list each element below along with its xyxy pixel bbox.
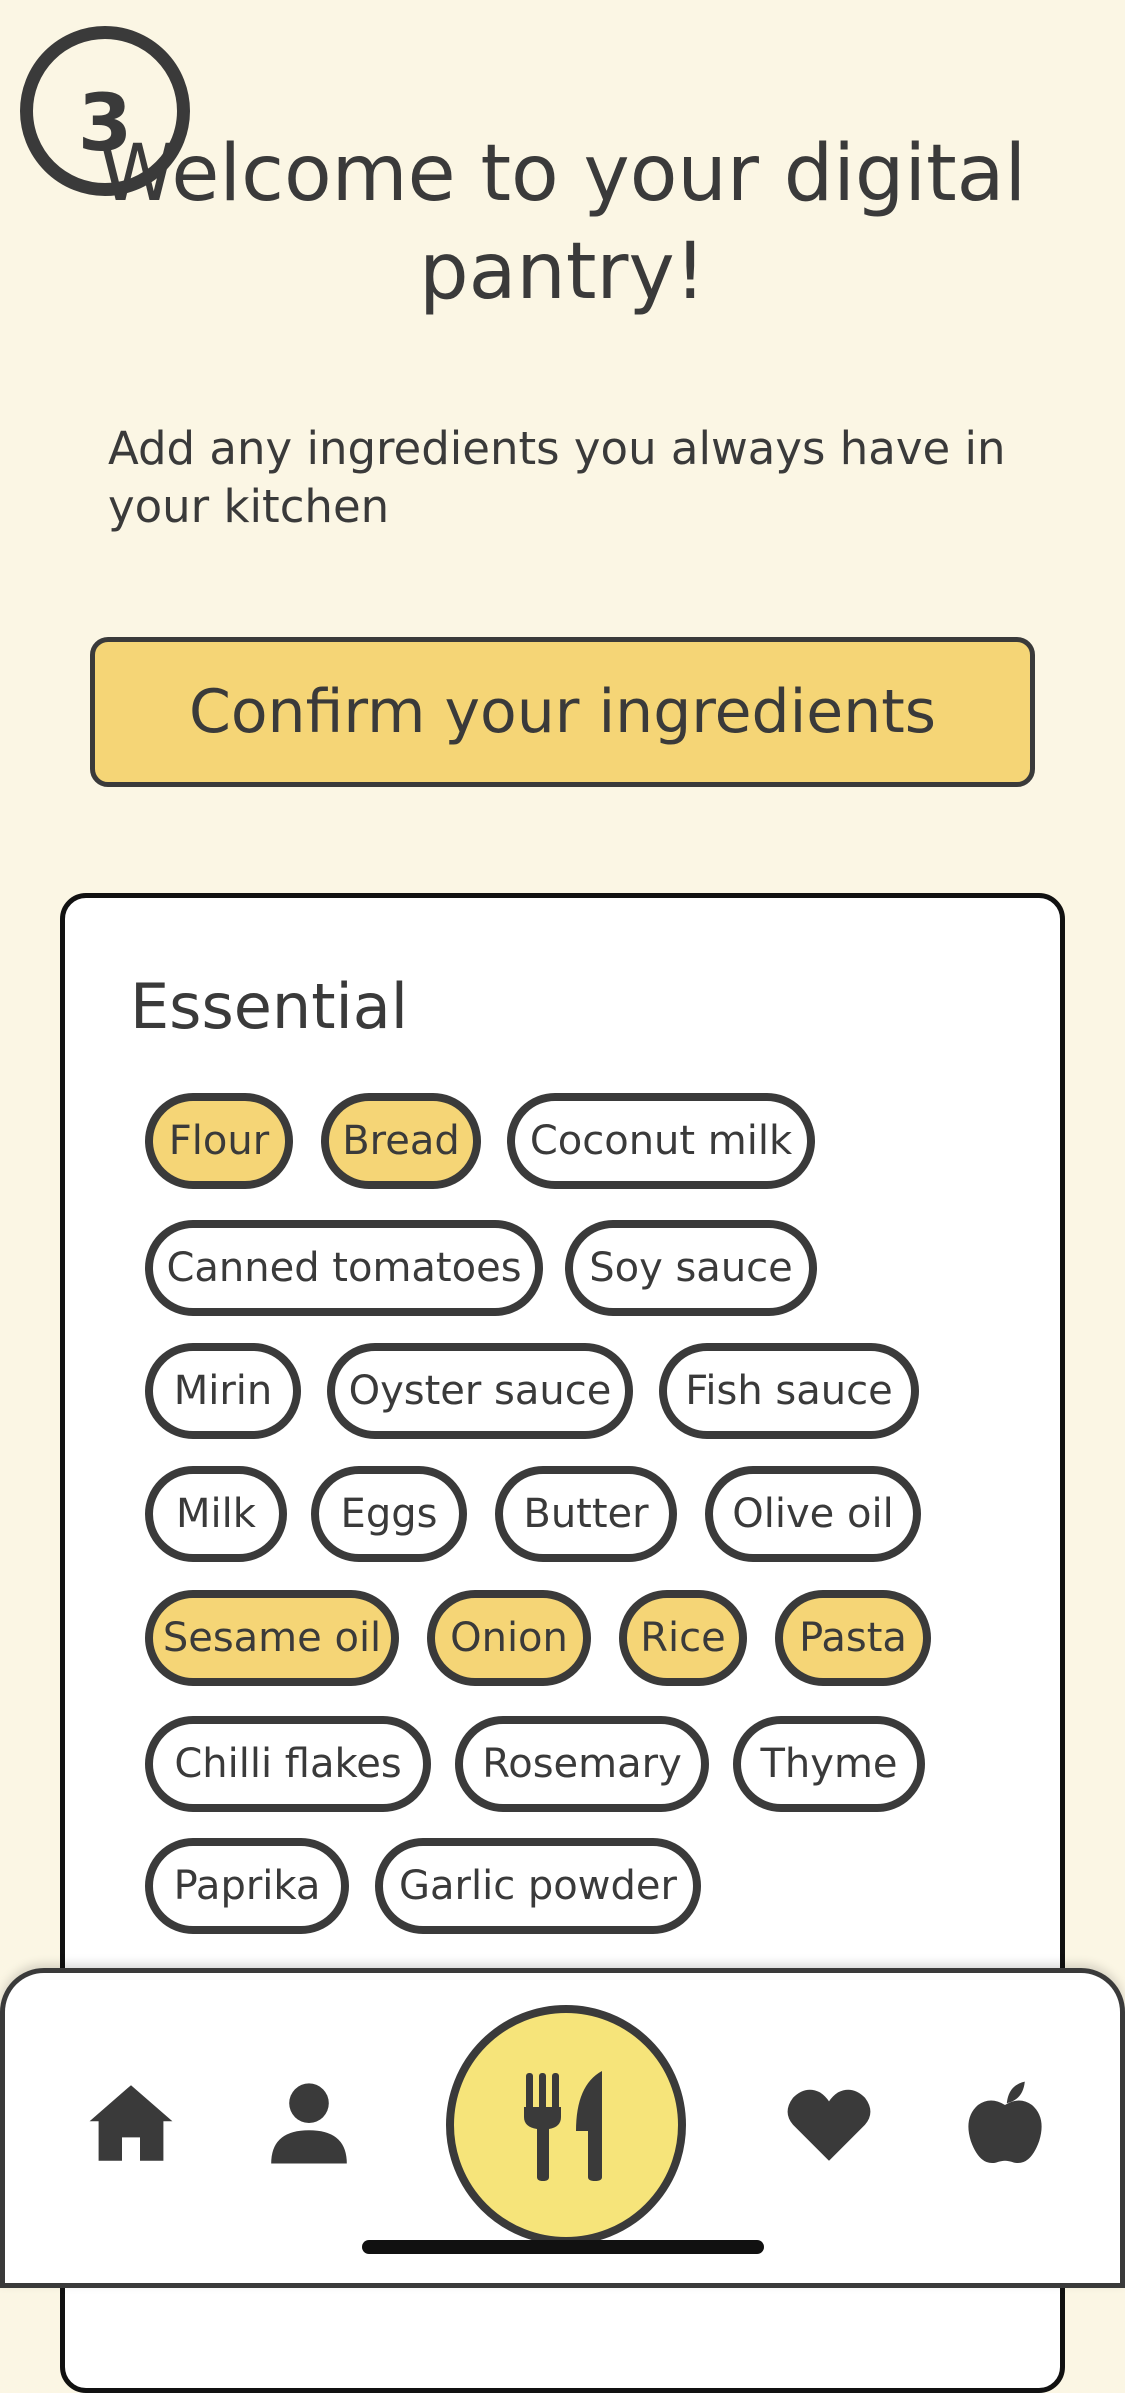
ingredient-chip-coconut-milk[interactable]: Coconut milk — [507, 1093, 815, 1189]
ingredient-chip-rice[interactable]: Rice — [619, 1590, 747, 1686]
page-subtitle: Add any ingredients you always have in y… — [108, 422, 1006, 533]
apple-icon[interactable] — [960, 2078, 1050, 2168]
essential-section-title: Essential — [130, 970, 408, 1043]
ingredient-chip-canned-tomatoes[interactable]: Canned tomatoes — [145, 1220, 543, 1316]
ingredient-chip-soy-sauce[interactable]: Soy sauce — [565, 1220, 817, 1316]
home-icon[interactable] — [86, 2078, 176, 2168]
ingredient-chip-mirin[interactable]: Mirin — [145, 1343, 301, 1439]
ingredient-chip-rosemary[interactable]: Rosemary — [455, 1716, 709, 1812]
home-indicator — [362, 2240, 764, 2254]
user-icon[interactable] — [264, 2078, 354, 2168]
ingredient-chip-paprika[interactable]: Paprika — [145, 1838, 349, 1934]
ingredient-chip-thyme[interactable]: Thyme — [733, 1716, 925, 1812]
ingredient-chip-milk[interactable]: Milk — [145, 1466, 287, 1562]
pantry-nav-button[interactable] — [446, 2005, 686, 2245]
ingredient-chip-chilli-flakes[interactable]: Chilli flakes — [145, 1716, 431, 1812]
ingredient-chip-bread[interactable]: Bread — [321, 1093, 481, 1189]
ingredient-chip-sesame-oil[interactable]: Sesame oil — [145, 1590, 399, 1686]
ingredient-chip-butter[interactable]: Butter — [495, 1466, 677, 1562]
ingredient-chip-pasta[interactable]: Pasta — [775, 1590, 931, 1686]
confirm-ingredients-button[interactable]: Confirm your ingredients — [90, 637, 1035, 787]
page-title: Welcome to your digital pantry! — [98, 129, 1027, 317]
heart-icon[interactable] — [784, 2078, 874, 2168]
ingredient-chip-eggs[interactable]: Eggs — [311, 1466, 467, 1562]
ingredient-chip-oyster-sauce[interactable]: Oyster sauce — [327, 1343, 633, 1439]
ingredient-chip-onion[interactable]: Onion — [427, 1590, 591, 1686]
fork-knife-icon — [524, 2071, 602, 2181]
ingredient-chip-olive-oil[interactable]: Olive oil — [705, 1466, 921, 1562]
ingredient-chip-flour[interactable]: Flour — [145, 1093, 293, 1189]
ingredient-chip-garlic-powder[interactable]: Garlic powder — [375, 1838, 701, 1934]
ingredient-chip-fish-sauce[interactable]: Fish sauce — [659, 1343, 919, 1439]
